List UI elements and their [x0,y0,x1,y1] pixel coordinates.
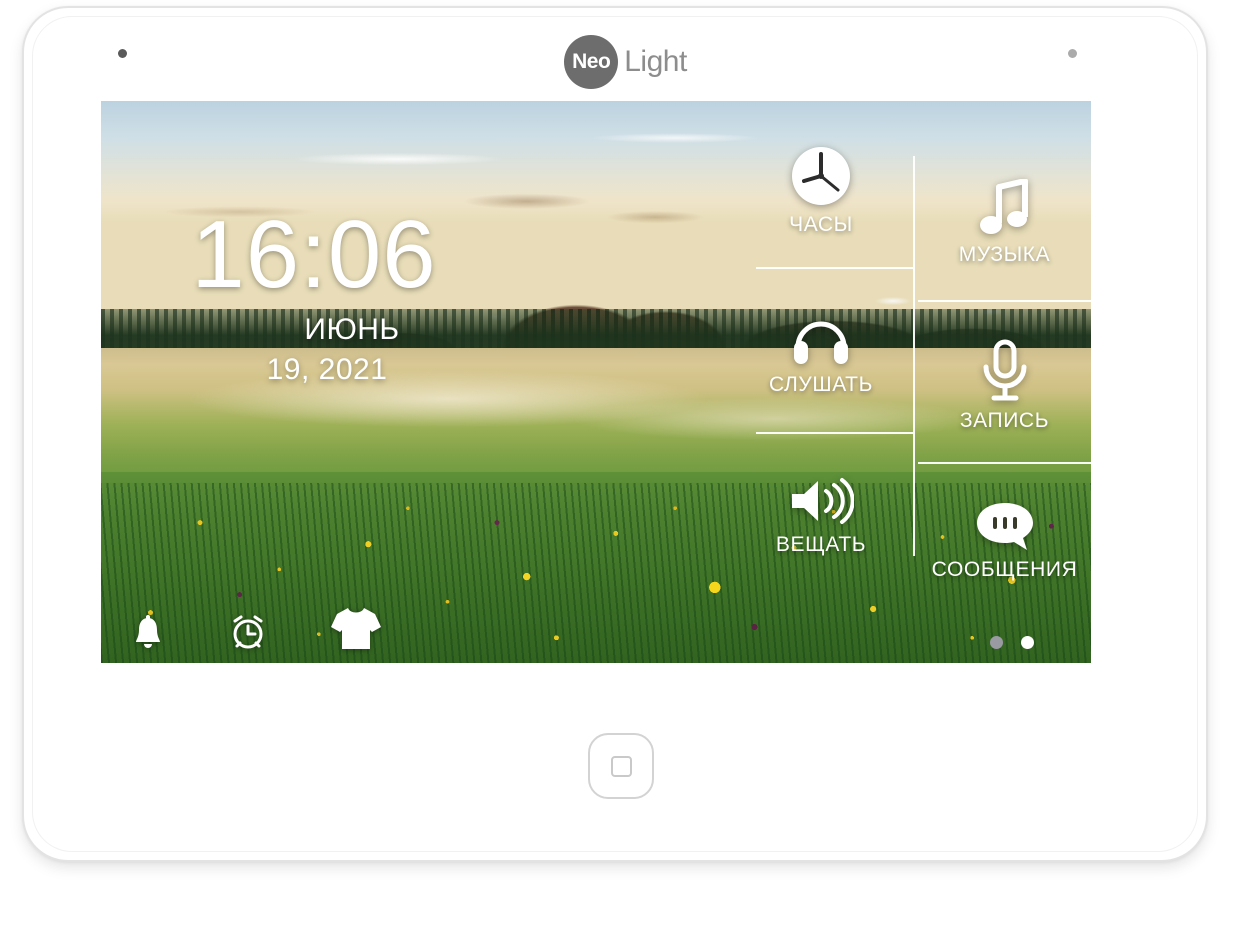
page-dot-2[interactable] [1021,636,1034,649]
menu-item-broadcast[interactable]: ВЕЩАТЬ [726,456,916,576]
speech-bubble-icon [974,500,1036,552]
menu-item-broadcast-label: ВЕЩАТЬ [775,533,867,556]
clock-date: 19, 2021 [266,353,388,387]
theme-shirt-icon[interactable] [329,605,383,651]
menu-item-music-label: МУЗЫКА [958,243,1051,266]
bell-icon[interactable] [133,615,163,651]
home-square-icon [610,755,632,777]
speaker-broadcast-icon [788,475,855,527]
menu-item-messages-label: СООБЩЕНИЯ [931,558,1078,581]
menu-item-music[interactable]: МУЗЫКА [918,163,1091,283]
menu-column-middle: ЧАСЫ СЛУШАТЬ ВЕЩАТЬ [726,101,916,663]
menu-item-record[interactable]: ЗАПИСЬ [918,326,1091,446]
alarm-clock-icon[interactable] [229,613,267,651]
menu-item-clock-label: ЧАСЫ [789,213,853,236]
menu-item-messages[interactable]: СООБЩЕНИЯ [918,481,1091,601]
microphone-icon [978,339,1032,403]
clock-icon [790,145,852,207]
home-button[interactable] [588,733,654,799]
device-screen[interactable]: 16:06 ИЮНЬ 19, 2021 ЧАСЫ СЛУШАТЬ ВЕЩАТЬ … [101,101,1091,663]
brand-word: Light [624,45,687,78]
menu-item-clock[interactable]: ЧАСЫ [726,131,916,251]
clock-month: ИЮНЬ [304,313,400,347]
clock-time: 16:06 [191,201,437,308]
page-indicator-dots[interactable] [990,636,1034,649]
menu-item-listen[interactable]: СЛУШАТЬ [726,293,916,413]
music-note-icon [977,178,1033,237]
menu-column-right: МУЗЫКА ЗАПИСЬ СООБЩЕНИЯ [918,101,1091,663]
brand-mark: Neo [564,35,619,89]
screen-status-bar [101,593,1091,663]
menu-item-record-label: ЗАПИСЬ [959,409,1050,432]
clock-widget: 16:06 ИЮНЬ 19, 2021 [139,201,489,387]
brand-logo: Neo Light [0,34,1251,90]
headphones-icon [790,309,852,367]
menu-item-listen-label: СЛУШАТЬ [768,373,873,396]
page-dot-1[interactable] [990,636,1003,649]
